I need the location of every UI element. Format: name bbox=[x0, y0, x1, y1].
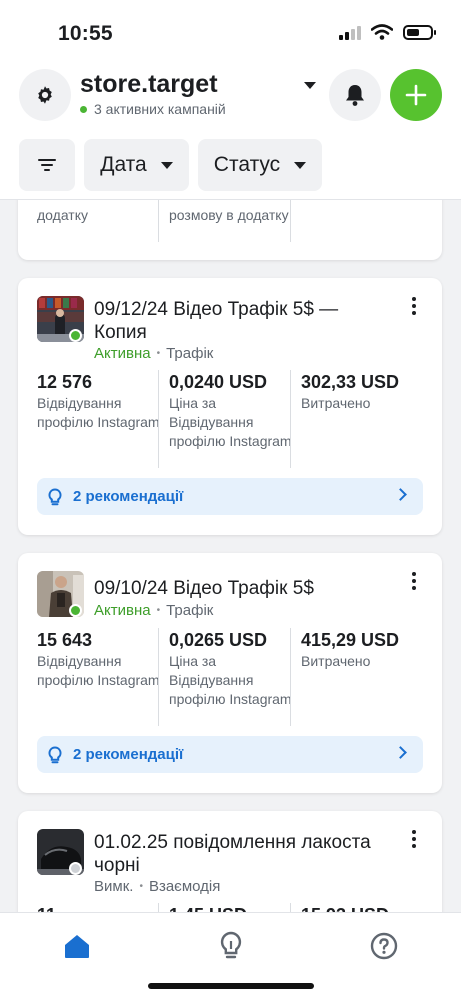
home-indicator bbox=[148, 983, 314, 989]
campaign-state: Активна bbox=[94, 345, 151, 362]
lightbulb-icon bbox=[48, 487, 62, 505]
campaign-objective: Трафік bbox=[166, 345, 214, 362]
metric-label: розмову в додатку bbox=[169, 207, 289, 223]
date-filter-label: Дата bbox=[100, 153, 147, 176]
status-filter-label: Статус bbox=[213, 153, 281, 176]
campaign-objective: Взаємодія bbox=[148, 878, 221, 895]
chevron-down-icon bbox=[294, 161, 307, 169]
bell-icon bbox=[346, 85, 364, 106]
campaign-title[interactable]: 09/12/24 Відео Трафік 5$ — Копия bbox=[94, 298, 384, 344]
metric-spent: 302,33 USD Витрачено bbox=[301, 372, 400, 411]
recommendations-label: 2 рекомендації bbox=[73, 488, 184, 505]
campaign-objective: Трафік bbox=[166, 602, 214, 619]
campaign-title[interactable]: 09/10/24 Відео Трафік 5$ bbox=[94, 577, 384, 600]
metric-results: 12 576 Відвідування профілю Instagram bbox=[37, 372, 160, 430]
metric-results: 15 643 Відвідування профілю Instagram bbox=[37, 630, 160, 688]
lightbulb-icon bbox=[48, 745, 62, 763]
campaign-card[interactable]: 09/12/24 Відео Трафік 5$ — Копия Активна… bbox=[18, 278, 442, 535]
recommendations-label: 2 рекомендації bbox=[73, 746, 184, 763]
campaign-card[interactable]: 09/10/24 Відео Трафік 5$ Активна • Трафі… bbox=[18, 553, 442, 793]
chevron-right-icon bbox=[394, 488, 407, 501]
nav-help[interactable] bbox=[369, 931, 399, 961]
more-options-icon[interactable] bbox=[412, 297, 416, 315]
campaign-state: Вимк. bbox=[94, 878, 134, 895]
chevron-right-icon bbox=[394, 746, 407, 759]
status-time: 10:55 bbox=[58, 22, 113, 45]
metric-label: додатку bbox=[37, 207, 88, 223]
metric-cost-per-result: 0,0240 USD Ціна за Відвідування профілю … bbox=[169, 372, 292, 449]
lightbulb-icon bbox=[220, 931, 242, 959]
gear-icon bbox=[38, 86, 52, 104]
help-icon bbox=[370, 932, 398, 960]
more-options-icon[interactable] bbox=[412, 572, 416, 590]
metric-cost-per-result: 0,0265 USD Ціна за Відвідування профілю … bbox=[169, 630, 292, 707]
campaign-status: Активна • Трафік bbox=[94, 602, 214, 619]
battery-icon bbox=[403, 24, 436, 40]
date-filter-dropdown[interactable]: Дата bbox=[84, 139, 189, 191]
campaign-state: Активна bbox=[94, 602, 151, 619]
campaign-status: Активна • Трафік bbox=[94, 345, 214, 362]
filter-icon bbox=[38, 159, 56, 171]
recommendations-button[interactable]: 2 рекомендації bbox=[37, 478, 423, 515]
account-dropdown-icon[interactable] bbox=[304, 82, 316, 89]
cellular-signal-icon bbox=[339, 24, 361, 40]
settings-button[interactable] bbox=[19, 69, 71, 121]
more-options-icon[interactable] bbox=[412, 830, 416, 848]
nav-home[interactable] bbox=[62, 931, 92, 961]
status-bar: 10:55 bbox=[0, 0, 461, 64]
plus-icon bbox=[405, 84, 427, 106]
recommendations-button[interactable]: 2 рекомендації bbox=[37, 736, 423, 773]
home-icon bbox=[65, 935, 89, 958]
filter-button[interactable] bbox=[19, 139, 75, 191]
active-status-dot bbox=[69, 604, 82, 617]
active-status-dot bbox=[69, 329, 82, 342]
metric-spent: 415,29 USD Витрачено bbox=[301, 630, 400, 669]
nav-recommendations[interactable] bbox=[216, 931, 246, 961]
status-filter-dropdown[interactable]: Статус bbox=[198, 139, 322, 191]
create-button[interactable] bbox=[390, 69, 442, 121]
notifications-button[interactable] bbox=[329, 69, 381, 121]
account-subtitle: 3 активних кампаній bbox=[80, 101, 226, 117]
off-status-dot bbox=[69, 862, 82, 875]
campaign-title[interactable]: 01.02.25 повідомлення лакоста чорні bbox=[94, 831, 384, 877]
campaign-status: Вимк. • Взаємодія bbox=[94, 878, 221, 895]
chevron-down-icon bbox=[160, 161, 173, 169]
active-dot-icon bbox=[80, 105, 87, 113]
account-name[interactable]: store.target bbox=[80, 70, 218, 99]
app-header: 10:55 store.target 3 активних кампаній Д… bbox=[0, 0, 461, 200]
wifi-icon bbox=[371, 24, 393, 40]
